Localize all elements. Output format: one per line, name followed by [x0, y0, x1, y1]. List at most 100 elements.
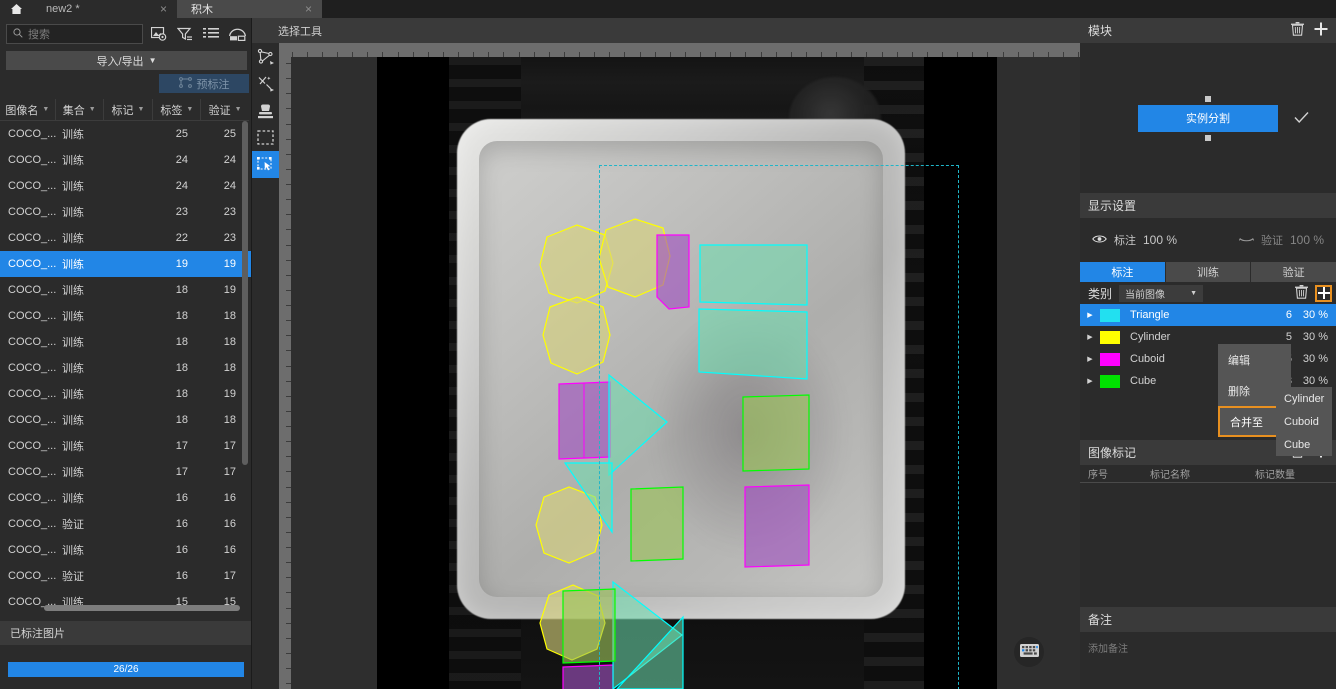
table-row[interactable]: COCO_... 训练 24 24: [0, 173, 251, 199]
table-row[interactable]: COCO_... 训练 16 16: [0, 485, 251, 511]
column-header-label[interactable]: 标签 ▼: [153, 99, 202, 120]
eye-open-icon[interactable]: [1092, 234, 1107, 247]
cell-image-name: COCO_...: [8, 492, 57, 504]
marquee-tool[interactable]: [252, 124, 279, 151]
horizontal-scrollbar[interactable]: [44, 605, 240, 611]
cell-mark: [104, 485, 154, 511]
submenu-item-cylinder[interactable]: Cylinder: [1276, 387, 1332, 410]
stamp-tool[interactable]: [252, 97, 279, 124]
cell-label-count: 18: [175, 362, 188, 374]
tab-annotation[interactable]: 标注: [1080, 262, 1166, 282]
notes-body[interactable]: 添加备注: [1080, 632, 1336, 689]
category-percent: 30 %: [1302, 331, 1328, 343]
image-settings-icon[interactable]: [149, 24, 169, 44]
check-icon[interactable]: [1294, 111, 1309, 127]
expand-arrow-icon[interactable]: ▶: [1080, 377, 1100, 385]
table-row[interactable]: COCO_... 训练 24 24: [0, 147, 251, 173]
category-scope-select[interactable]: 当前图像 ▼: [1119, 284, 1204, 302]
cell-set: 训练: [62, 311, 84, 323]
cell-set: 验证: [62, 519, 84, 531]
table-row[interactable]: COCO_... 训练 18 19: [0, 277, 251, 303]
keyboard-shortcuts-button[interactable]: [1014, 637, 1044, 667]
add-category-button[interactable]: [1315, 284, 1332, 302]
expand-arrow-icon[interactable]: ▶: [1080, 311, 1100, 319]
tab-training[interactable]: 训练: [1165, 262, 1252, 282]
table-row[interactable]: COCO_... 训练 16 16: [0, 537, 251, 563]
column-header-mark[interactable]: 标记 ▼: [104, 99, 154, 120]
cell-label-count: 24: [175, 180, 188, 192]
tab-validation[interactable]: 验证: [1251, 262, 1336, 282]
table-row[interactable]: COCO_... 验证 16 17: [0, 563, 251, 589]
list-icon[interactable]: [201, 24, 221, 44]
table-row[interactable]: COCO_... 训练 19 19: [0, 251, 251, 277]
vertical-scrollbar[interactable]: [242, 121, 248, 465]
column-header-image-name[interactable]: 图像名 ▼: [0, 99, 56, 120]
tab-new2[interactable]: new2 * ×: [32, 0, 177, 18]
category-row[interactable]: ▶Cuboid530 %: [1080, 348, 1336, 370]
display-setting-verification[interactable]: 验证 100 %: [1238, 232, 1324, 248]
cell-mark: [104, 407, 154, 433]
column-header-set[interactable]: 集合 ▼: [56, 99, 104, 120]
table-row[interactable]: COCO_... 训练 18 18: [0, 329, 251, 355]
table-row[interactable]: COCO_... 训练 15 15: [0, 589, 251, 615]
table-row[interactable]: COCO_... 训练 18 18: [0, 303, 251, 329]
image-marks-table[interactable]: 序号 标记名称 标记数量: [1080, 465, 1336, 607]
image-table-body[interactable]: COCO_... 训练 25 25 COCO_... 训练 24 24 COCO_... 训练 24…: [0, 121, 251, 615]
cell-set: 训练: [62, 467, 84, 479]
expand-arrow-icon[interactable]: ▶: [1080, 333, 1100, 341]
node-handle-top[interactable]: [1205, 95, 1211, 102]
submenu-item-cuboid[interactable]: Cuboid: [1276, 410, 1332, 433]
magic-wand-tool[interactable]: [252, 70, 279, 97]
prelabel-button[interactable]: 预标注: [159, 74, 249, 93]
close-icon[interactable]: ×: [160, 3, 167, 15]
expand-arrow-icon[interactable]: ▶: [1080, 355, 1100, 363]
category-row[interactable]: ▶ Triangle 6 30 %: [1080, 304, 1336, 326]
category-color-swatch[interactable]: [1100, 330, 1120, 344]
polygon-tool[interactable]: [252, 43, 279, 70]
table-row[interactable]: COCO_... 训练 18 18: [0, 407, 251, 433]
submenu-item-cube[interactable]: Cube: [1276, 433, 1332, 456]
column-header-verify[interactable]: 验证 ▼: [201, 99, 249, 120]
selection-box[interactable]: [599, 165, 959, 689]
cell-mark: [104, 381, 154, 407]
merge-to-submenu[interactable]: Cylinder Cuboid Cube: [1276, 387, 1332, 456]
plus-icon[interactable]: [1314, 22, 1328, 39]
module-canvas[interactable]: 实例分割: [1080, 43, 1336, 193]
image-viewport[interactable]: [291, 57, 1080, 689]
close-icon[interactable]: ×: [305, 3, 312, 15]
canvas-area[interactable]: [279, 43, 1080, 689]
filter-icon[interactable]: [175, 24, 195, 44]
keyboard-icon: [1019, 644, 1039, 660]
cell-set: 训练: [62, 207, 84, 219]
table-row[interactable]: COCO_... 训练 17 17: [0, 459, 251, 485]
cell-mark: [104, 173, 154, 199]
category-row[interactable]: ▶ Cylinder 5 30 %: [1080, 326, 1336, 348]
trash-icon[interactable]: [1291, 22, 1304, 39]
category-color-swatch[interactable]: [1100, 352, 1120, 366]
node-handle-bottom[interactable]: [1205, 134, 1211, 141]
display-setting-annotation[interactable]: 标注 100 %: [1092, 232, 1177, 248]
import-export-button[interactable]: 导入/导出 ▼: [6, 51, 247, 70]
category-color-swatch[interactable]: [1100, 374, 1120, 388]
transform-select-tool[interactable]: [252, 151, 279, 178]
tab-jimu[interactable]: 积木 ×: [177, 0, 322, 18]
cell-mark: [104, 563, 154, 589]
table-row[interactable]: COCO_... 验证 16 16: [0, 511, 251, 537]
submenu-label: Cube: [1284, 438, 1311, 451]
category-color-swatch[interactable]: [1100, 308, 1120, 322]
eye-closed-icon[interactable]: [1238, 234, 1255, 247]
search-input[interactable]: 搜索: [6, 24, 143, 44]
table-row[interactable]: COCO_... 训练 18 19: [0, 381, 251, 407]
home-button[interactable]: [0, 0, 32, 18]
image-canvas[interactable]: [377, 57, 997, 689]
trash-icon[interactable]: [1295, 284, 1308, 302]
gallery-icon[interactable]: [227, 24, 247, 44]
module-node-instance-segmentation[interactable]: 实例分割: [1138, 95, 1278, 141]
tool-header: 选择工具: [252, 18, 1080, 43]
context-menu-item-edit[interactable]: 编辑: [1218, 344, 1291, 375]
table-row[interactable]: COCO_... 训练 17 17: [0, 433, 251, 459]
table-row[interactable]: COCO_... 训练 23 23: [0, 199, 251, 225]
table-row[interactable]: COCO_... 训练 25 25: [0, 121, 251, 147]
table-row[interactable]: COCO_... 训练 18 18: [0, 355, 251, 381]
table-row[interactable]: COCO_... 训练 22 23: [0, 225, 251, 251]
